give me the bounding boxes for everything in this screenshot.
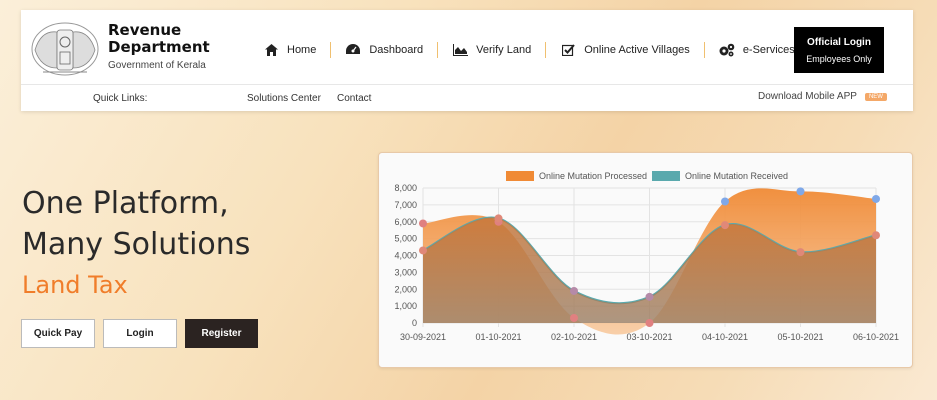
brand-title-line1: Revenue	[108, 21, 182, 39]
checkbox-icon	[560, 43, 576, 57]
nav-home[interactable]: Home	[249, 40, 330, 60]
nav-dashboard-label: Dashboard	[369, 44, 424, 56]
received-point	[796, 248, 805, 257]
received-point	[645, 292, 654, 301]
received-point	[570, 286, 578, 295]
y-tick-label: 5,000	[394, 234, 417, 244]
mutation-chart: 0 1,000 2,000 3,000 4,000 5,000 6,000 7,000 8,00…	[394, 171, 899, 342]
nav-online-active-villages[interactable]: Online Active Villages	[546, 40, 704, 60]
nav-e-services-label: e-Services	[742, 44, 795, 56]
hero-title-line1: One Platform,	[22, 186, 229, 221]
main-nav: Home Dashboard Verify Land Online Active…	[249, 40, 809, 60]
hero-title-line2: Many Solutions	[22, 227, 251, 262]
area-chart-icon	[452, 43, 468, 57]
nav-home-label: Home	[287, 44, 317, 56]
quick-links-label: Quick Links:	[93, 93, 148, 104]
nav-dashboard[interactable]: Dashboard	[331, 40, 437, 60]
received-point	[872, 231, 880, 240]
processed-point	[721, 197, 729, 206]
processed-point	[872, 194, 880, 203]
y-tick-label: 6,000	[394, 217, 417, 227]
legend-label: Online Mutation Processed	[539, 171, 647, 181]
brand-title-line2: Department	[108, 38, 210, 56]
official-login-label: Official Login	[807, 36, 871, 48]
link-solutions-center[interactable]: Solutions Center	[247, 93, 321, 104]
processed-point	[645, 319, 654, 327]
y-tick-label: 4,000	[394, 251, 417, 261]
received-point	[494, 214, 503, 223]
y-tick-label: 7,000	[394, 200, 417, 210]
brand-block: Revenue Department Government of Kerala	[108, 21, 210, 72]
official-login-button[interactable]: Official Login Employees Only	[794, 27, 884, 73]
home-icon	[263, 43, 279, 57]
link-contact[interactable]: Contact	[337, 93, 371, 104]
header-top-bar: Revenue Department Government of Kerala …	[21, 10, 913, 84]
nav-verify-land-label: Verify Land	[476, 44, 532, 56]
x-tick-label: 04-10-2021	[702, 332, 748, 342]
legend-swatch	[652, 171, 680, 181]
brand-subtitle: Government of Kerala	[108, 60, 206, 71]
received-point	[419, 246, 427, 255]
site-header: Revenue Department Government of Kerala …	[21, 10, 913, 111]
y-tick-label: 0	[412, 318, 417, 328]
y-tick-label: 8,000	[394, 183, 417, 193]
x-tick-label: 06-10-2021	[853, 332, 899, 342]
register-button[interactable]: Register	[185, 319, 258, 348]
processed-point	[796, 187, 805, 196]
received-point	[721, 221, 729, 230]
quick-pay-button[interactable]: Quick Pay	[21, 319, 95, 348]
processed-point	[419, 219, 427, 228]
hero-subtitle: Land Tax	[22, 271, 128, 299]
login-button[interactable]: Login	[103, 319, 177, 348]
mutation-chart-card: 0 1,000 2,000 3,000 4,000 5,000 6,000 7,000 8,00…	[378, 152, 913, 368]
nav-villages-label: Online Active Villages	[584, 44, 690, 56]
y-tick-label: 1,000	[394, 301, 417, 311]
kerala-emblem-logo[interactable]	[29, 20, 101, 78]
legend-swatch	[506, 171, 534, 181]
new-badge: NEW	[864, 92, 887, 101]
legend-label: Online Mutation Received	[685, 171, 788, 181]
x-tick-label: 02-10-2021	[551, 332, 597, 342]
hero-title: One Platform, Many Solutions	[22, 183, 250, 265]
download-app-label: Download Mobile APP	[758, 91, 857, 102]
quick-links-bar: Quick Links: Solutions Center Contact Do…	[21, 84, 913, 111]
x-tick-label: 03-10-2021	[626, 332, 672, 342]
download-mobile-app-link[interactable]: Download Mobile APP NEW	[758, 91, 887, 102]
x-tick-label: 30-09-2021	[400, 332, 446, 342]
cogs-icon	[719, 43, 735, 57]
dashboard-icon	[345, 43, 361, 57]
x-tick-label: 05-10-2021	[777, 332, 823, 342]
processed-point	[570, 313, 578, 322]
x-tick-label: 01-10-2021	[475, 332, 521, 342]
y-tick-label: 3,000	[394, 267, 417, 277]
employees-only-label: Employees Only	[806, 53, 872, 64]
y-tick-label: 2,000	[394, 284, 417, 294]
nav-verify-land[interactable]: Verify Land	[438, 40, 545, 60]
